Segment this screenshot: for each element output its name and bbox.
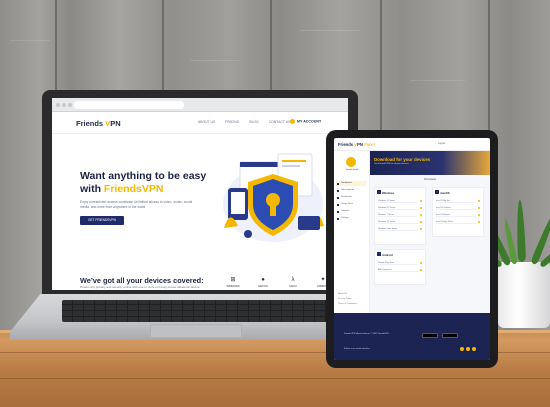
sidebar-item-downloads[interactable]: Downloads <box>336 195 366 200</box>
address-bar[interactable] <box>74 101 184 109</box>
download-card-android: Android Google Play Store APK Download <box>374 249 426 285</box>
footer-text: Friends VPN official software. © 2021 Fr… <box>344 333 389 335</box>
get-friendsvpn-button[interactable]: GET FRIENDSVPN <box>80 216 124 225</box>
devices-subtitle: Protect any privacy and security online … <box>80 285 201 289</box>
sidebar-item-settings[interactable]: Settings <box>336 216 366 221</box>
wood-grain <box>10 40 50 41</box>
os-macos[interactable]: ● MACOS <box>252 276 274 288</box>
tablet-screen: Friends VPN Panel Logout Joseph Smith Da… <box>334 138 490 360</box>
avatar[interactable] <box>346 157 356 167</box>
devices-heading: We’ve got all your devices covered: <box>80 276 204 285</box>
browser-toolbar <box>52 98 348 112</box>
download-link[interactable]: macOS Catalina <box>436 206 480 210</box>
banner-subtitle: Get FriendsVPN for all your devices <box>374 163 409 165</box>
site-navbar: Friends VPN ABOUT US PRICING BLOG CONTAC… <box>52 112 348 134</box>
site-logo[interactable]: Friends VPN <box>76 119 121 128</box>
desk-grain <box>0 378 550 379</box>
window-dot-icon[interactable] <box>56 103 60 107</box>
nav-links: ABOUT US PRICING BLOG CONTACT US <box>198 120 299 124</box>
download-link[interactable]: Windows Vista Setup <box>378 227 422 231</box>
footer-link-privacy[interactable]: Privacy Policy <box>338 298 352 300</box>
footer-social-text: Follow us on social networks <box>344 348 370 350</box>
tablet-header: Friends VPN Panel Logout <box>334 138 490 151</box>
downloads-content: Downloads Windows Windows 10 Setup Windo… <box>370 175 490 313</box>
sidebar-item-subscriptions[interactable]: Subscriptions <box>336 188 366 193</box>
window-dot-icon[interactable] <box>62 103 66 107</box>
laptop-keyboard <box>62 300 338 322</box>
twitter-icon[interactable] <box>466 347 470 351</box>
nav-link-pricing[interactable]: PRICING <box>225 120 239 124</box>
laptop-trackpad <box>150 324 242 338</box>
footer-link-about[interactable]: About Us <box>338 293 347 295</box>
apple-icon <box>435 190 439 194</box>
app-store-badge[interactable] <box>422 333 438 338</box>
nav-link-contact[interactable]: CONTACT US <box>269 120 291 124</box>
facebook-icon[interactable] <box>460 347 464 351</box>
footer-link-terms[interactable]: Terms & Conditions <box>338 303 357 305</box>
google-play-badge[interactable] <box>442 333 458 338</box>
os-windows[interactable]: ⊞ WINDOWS <box>222 276 244 288</box>
logout-link[interactable]: Logout <box>438 142 445 145</box>
download-link[interactable]: Google Play Store <box>378 261 422 265</box>
instagram-icon[interactable] <box>472 347 476 351</box>
download-link[interactable]: Windows 8.1 Setup <box>378 206 422 210</box>
wood-grain <box>410 80 465 81</box>
windows-icon: ⊞ <box>230 277 236 283</box>
plant-pot <box>498 262 550 328</box>
windows-icon <box>377 190 381 194</box>
download-link[interactable]: Windows 10 Setup <box>378 199 422 203</box>
tablet-sidebar: Joseph Smith Dashboard Subscriptions Dow… <box>334 151 370 313</box>
download-link[interactable]: Windows 7 Setup <box>378 213 422 217</box>
laptop-screen: Friends VPN ABOUT US PRICING BLOG CONTAC… <box>52 98 348 290</box>
os-linux[interactable]: λ LINUX <box>282 276 304 288</box>
sidebar-item-usage-stats[interactable]: Usage Stats <box>336 202 366 207</box>
android-icon <box>377 252 381 256</box>
shield-illustration <box>223 153 324 242</box>
download-card-windows: Windows Windows 10 Setup Windows 8.1 Set… <box>374 187 426 245</box>
linux-icon: λ <box>291 277 295 283</box>
tablet-footer: Friends VPN official software. © 2021 Fr… <box>334 313 490 360</box>
download-banner: Download for your devices Get FriendsVPN… <box>370 151 490 175</box>
tablet-logo[interactable]: Friends VPN Panel <box>338 142 375 147</box>
wood-grain <box>190 60 240 61</box>
download-link[interactable]: Windows XP Setup <box>378 220 422 224</box>
hero-title: Want anything to be easy with FriendsVPN <box>80 170 207 195</box>
nav-link-blog[interactable]: BLOG <box>249 120 258 124</box>
sidebar-item-tutorials[interactable]: Tutorials <box>336 209 366 214</box>
download-link[interactable]: macOS Big Sur <box>436 199 480 203</box>
apple-icon: ● <box>261 277 265 283</box>
banner-title: Download for your devices <box>374 157 431 162</box>
sidebar-item-dashboard[interactable]: Dashboard <box>336 181 366 186</box>
window-dot-icon[interactable] <box>68 103 72 107</box>
my-account-link[interactable]: MY ACCOUNT <box>290 119 321 124</box>
download-card-macos: macOS macOS Big Sur macOS Catalina macOS… <box>432 187 484 237</box>
download-link[interactable]: macOS High Sierra <box>436 220 480 224</box>
hero-subtitle: Enjoy unrestricted access worldwide Unli… <box>80 200 193 209</box>
nav-link-about[interactable]: ABOUT US <box>198 120 215 124</box>
download-link[interactable]: macOS Mojave <box>436 213 480 217</box>
user-icon <box>290 119 295 124</box>
download-link[interactable]: APK Download <box>378 268 422 272</box>
user-name: Joseph Smith <box>345 169 359 171</box>
wood-grain <box>300 30 360 31</box>
downloads-label: Downloads <box>424 178 436 181</box>
